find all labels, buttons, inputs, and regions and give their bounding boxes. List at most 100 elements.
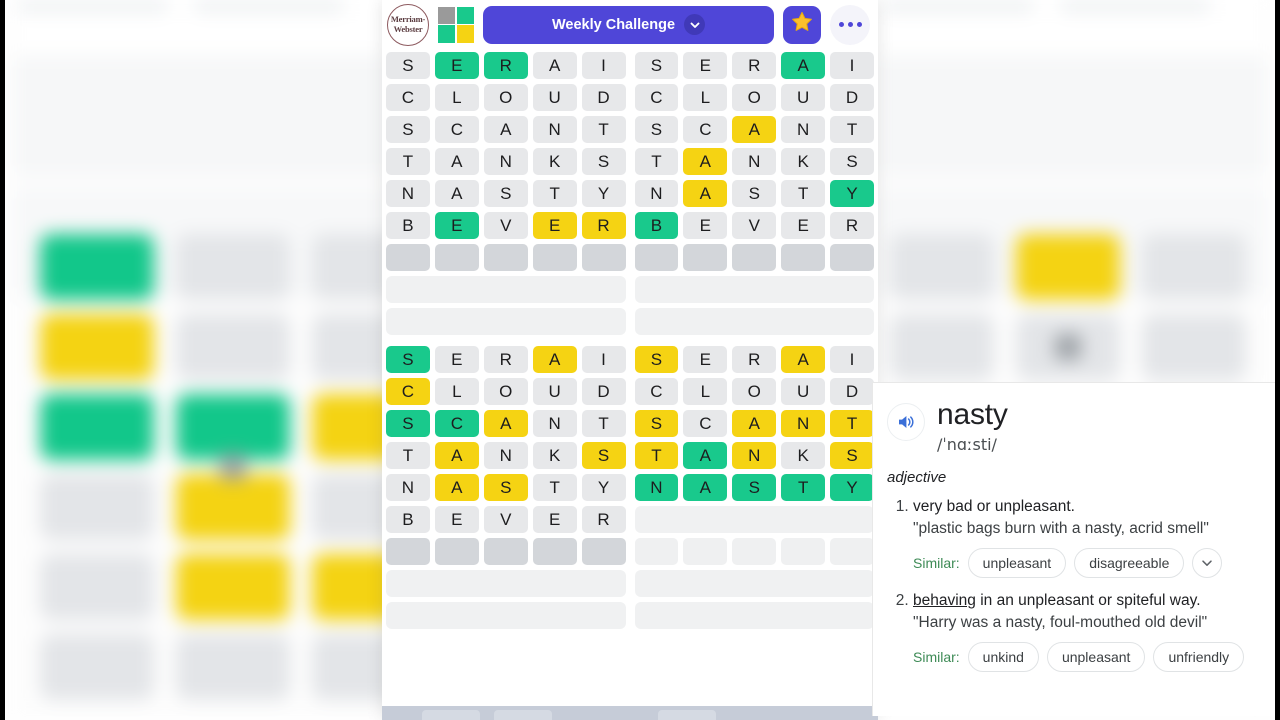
letter-tile: S — [634, 410, 679, 437]
letter-tile: A — [683, 148, 728, 175]
app-header: Merriam- Webster Weekly Challenge — [382, 0, 878, 46]
letter-tile: N — [732, 148, 777, 175]
board-row: BEVER — [386, 212, 626, 239]
letter-tile: T — [386, 148, 430, 175]
synonym-chip[interactable]: unfriendly — [1153, 642, 1245, 672]
board-row: BEVER — [386, 506, 626, 533]
board-row: SERAI — [386, 52, 626, 79]
letter-tile: C — [386, 84, 430, 111]
weekly-challenge-dropdown[interactable]: Weekly Challenge — [483, 5, 774, 44]
letter-tile: S — [634, 116, 679, 143]
board-row: NASTY — [386, 180, 626, 207]
board-placeholder-bar — [634, 602, 874, 629]
letter-tile: K — [781, 148, 826, 175]
letter-tile: T — [581, 410, 626, 437]
dictionary-word-block: nasty /ˈnɑːsti/ — [937, 399, 1008, 455]
empty-tile — [634, 538, 679, 565]
definition-underlined-term[interactable]: behaving — [913, 592, 976, 609]
definition-text: very bad or unpleasant. — [913, 498, 1075, 515]
more-dot-3 — [856, 22, 862, 27]
letter-tile: E — [683, 212, 728, 239]
letter-tile: N — [781, 410, 826, 437]
letter-tile: B — [386, 506, 430, 533]
letter-tile: N — [781, 116, 826, 143]
letter-tile: D — [581, 84, 626, 111]
letter-tile: S — [732, 180, 777, 207]
board-bottom-right: SERAICLOUDSCANTTANKSNASTY — [634, 346, 874, 634]
expand-synonyms-button[interactable] — [1192, 548, 1223, 578]
more-options-button[interactable] — [830, 4, 870, 45]
letter-tile: T — [830, 410, 874, 437]
letter-tile: O — [483, 378, 528, 405]
merriam-webster-logo[interactable]: Merriam- Webster — [387, 3, 429, 46]
synonym-chip[interactable]: disagreeable — [1074, 548, 1185, 578]
letter-tile: N — [732, 442, 777, 469]
board-active-row — [634, 244, 874, 271]
letter-tile: R — [732, 52, 777, 79]
board-row: NASTY — [634, 474, 874, 501]
letter-tile: C — [434, 116, 479, 143]
letter-tile: O — [483, 84, 528, 111]
letter-tile: C — [634, 378, 679, 405]
letter-tile: C — [683, 116, 728, 143]
letter-tile: T — [532, 474, 577, 501]
letter-tile: A — [434, 180, 479, 207]
quad-cell-3 — [438, 25, 456, 43]
empty-tile — [532, 244, 577, 271]
synonym-chip[interactable]: unpleasant — [967, 548, 1067, 578]
board-placeholder-bar — [386, 308, 626, 335]
letter-tile: S — [483, 474, 528, 501]
letter-tile: R — [581, 506, 626, 533]
board-row: BEVER — [634, 212, 874, 239]
letter-tile: A — [683, 180, 728, 207]
letter-tile: I — [830, 52, 874, 79]
similar-label: Similar: — [913, 649, 960, 665]
letter-tile: N — [532, 116, 577, 143]
letter-tile: K — [532, 442, 577, 469]
letter-tile: A — [732, 410, 777, 437]
speaker-icon[interactable] — [887, 403, 925, 441]
board-row: CLOUD — [386, 84, 626, 111]
letter-tile: L — [683, 378, 728, 405]
board-faint-row — [634, 538, 874, 565]
letter-tile: L — [434, 84, 479, 111]
synonym-chip[interactable]: unkind — [967, 642, 1039, 672]
letter-tile: U — [781, 378, 826, 405]
empty-tile — [781, 244, 826, 271]
board-row: TANKS — [386, 442, 626, 469]
board-placeholder-bar — [634, 308, 874, 335]
letter-tile: T — [781, 180, 826, 207]
letter-tile: L — [434, 378, 479, 405]
keyboard-strip[interactable] — [382, 706, 878, 720]
empty-tile — [732, 538, 777, 565]
letter-tile: K — [532, 148, 577, 175]
letter-tile: B — [634, 212, 679, 239]
board-row: CLOUD — [634, 84, 874, 111]
keyboard-key — [658, 710, 716, 720]
letter-tile: A — [483, 116, 528, 143]
board-row: SCANT — [634, 410, 874, 437]
board-placeholder-bar — [386, 276, 626, 303]
letter-tile: N — [634, 180, 679, 207]
letter-tile: E — [532, 212, 577, 239]
empty-tile — [483, 538, 528, 565]
letter-tile: A — [781, 346, 826, 373]
similar-label: Similar: — [913, 555, 960, 571]
letter-tile: S — [830, 442, 874, 469]
quordle-quad-icon[interactable] — [438, 6, 474, 43]
letter-tile: E — [683, 346, 728, 373]
favorite-star-button[interactable] — [783, 5, 821, 44]
more-dot-1 — [838, 22, 844, 27]
letter-tile: R — [581, 212, 626, 239]
board-row: CLOUD — [634, 378, 874, 405]
definition-example: "Harry was a nasty, foul-mouthed old dev… — [913, 614, 1208, 631]
empty-tile — [830, 244, 874, 271]
letter-tile: C — [634, 84, 679, 111]
letter-tile: A — [781, 52, 826, 79]
board-placeholder-bar — [634, 570, 874, 597]
synonym-chip[interactable]: unpleasant — [1046, 642, 1146, 672]
board-row: TANKS — [634, 442, 874, 469]
board-active-row — [386, 538, 626, 565]
letter-tile: S — [634, 52, 679, 79]
letter-tile: S — [830, 148, 874, 175]
